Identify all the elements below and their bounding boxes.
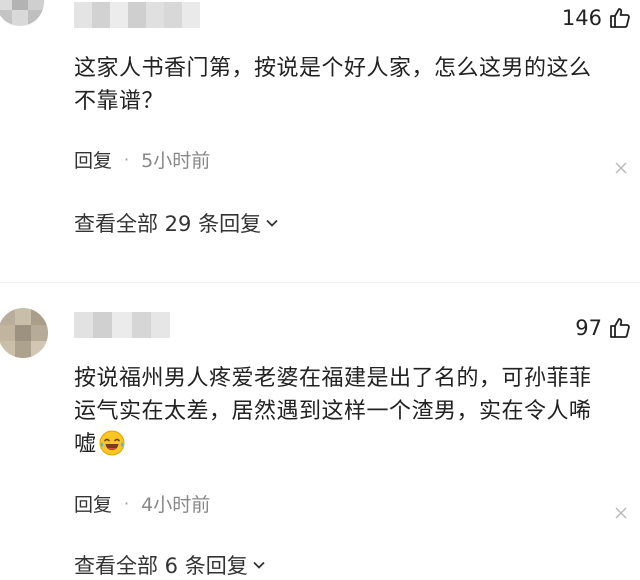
comment-time: 4小时前 bbox=[141, 494, 211, 516]
like-button[interactable]: 97 bbox=[575, 316, 632, 340]
comment-line: 不靠谱？ bbox=[74, 89, 165, 114]
comment-time: 5小时前 bbox=[141, 150, 211, 172]
like-button[interactable]: 146 bbox=[562, 6, 632, 30]
view-replies-button[interactable]: 查看全部 29 条回复 bbox=[74, 208, 279, 238]
thumbs-up-icon[interactable] bbox=[608, 316, 632, 340]
close-icon[interactable] bbox=[614, 160, 628, 174]
view-replies-button[interactable]: 查看全部 6 条回复 bbox=[74, 550, 266, 580]
comment-item: 97 按说福州男人疼爱老婆在福建是出了名的，可孙菲菲 运气实在太差，居然遇到这样… bbox=[0, 300, 640, 578]
avatar[interactable] bbox=[0, 0, 44, 26]
comment-meta: 回复 · 4小时前 bbox=[74, 490, 210, 517]
comment-line: 按说福州男人疼爱老婆在福建是出了名的，可孙菲菲 bbox=[74, 366, 592, 391]
comment-line-text: 嘘 bbox=[74, 432, 97, 457]
comment-text: 按说福州男人疼爱老婆在福建是出了名的，可孙菲菲 运气实在太差，居然遇到这样一个渣… bbox=[74, 362, 614, 461]
laugh-cry-emoji-icon bbox=[99, 430, 125, 456]
comment-line: 运气实在太差，居然遇到这样一个渣男，实在令人唏 bbox=[74, 399, 592, 424]
comment-line: 嘘 bbox=[74, 428, 614, 461]
reply-button[interactable]: 回复 bbox=[74, 490, 112, 517]
view-replies-label: 查看全部 6 条回复 bbox=[74, 554, 248, 578]
divider bbox=[0, 282, 640, 283]
chevron-down-icon bbox=[252, 558, 266, 572]
close-icon[interactable] bbox=[614, 505, 628, 519]
reply-button[interactable]: 回复 bbox=[74, 146, 112, 173]
comment-line: 这家人书香门第，按说是个好人家，怎么这男的这么 bbox=[74, 56, 592, 81]
like-count: 97 bbox=[575, 316, 602, 340]
view-replies-label: 查看全部 29 条回复 bbox=[74, 212, 262, 236]
username-blurred[interactable] bbox=[74, 312, 170, 338]
chevron-down-icon bbox=[265, 216, 279, 230]
thumbs-up-icon[interactable] bbox=[608, 6, 632, 30]
comment-meta: 回复 · 5小时前 bbox=[74, 146, 210, 173]
meta-separator: · bbox=[124, 494, 130, 513]
comment-item: 146 这家人书香门第，按说是个好人家，怎么这男的这么 不靠谱？ 回复 · 5小… bbox=[0, 0, 640, 270]
like-count: 146 bbox=[561, 6, 602, 30]
comment-text: 这家人书香门第，按说是个好人家，怎么这男的这么 不靠谱？ bbox=[74, 52, 614, 118]
username-blurred[interactable] bbox=[74, 2, 200, 28]
avatar[interactable] bbox=[0, 308, 48, 358]
meta-separator: · bbox=[124, 150, 130, 169]
